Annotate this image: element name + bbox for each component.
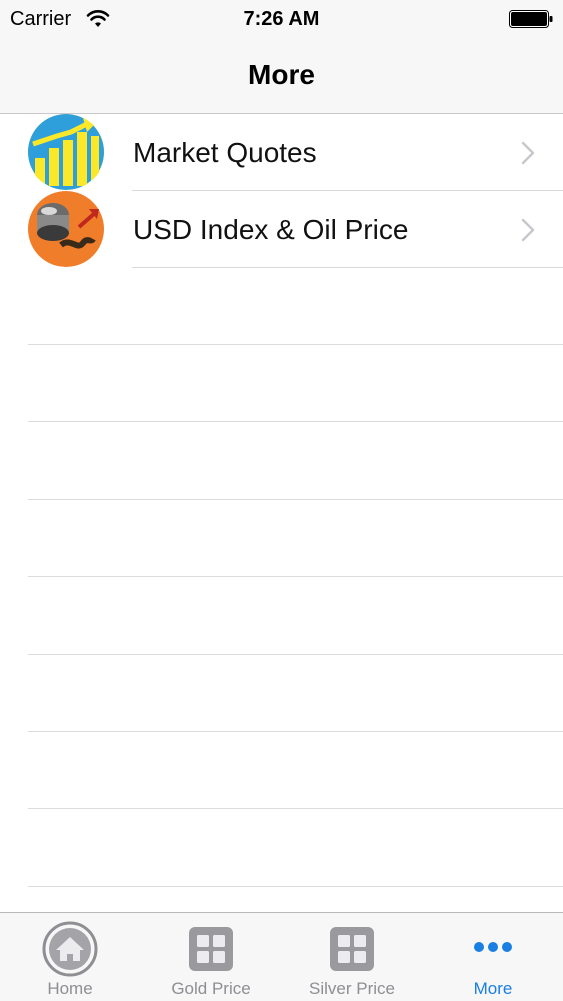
chevron-right-icon: [521, 218, 535, 242]
grid-icon: [330, 927, 374, 971]
empty-row-separator: [28, 654, 563, 655]
tab-label: Silver Price: [309, 979, 395, 998]
list-item-label: Market Quotes: [133, 137, 317, 168]
battery-icon: [509, 10, 553, 28]
empty-row-separator: [28, 421, 563, 422]
tab-label: Home: [47, 979, 93, 998]
oil-barrel-icon: [28, 191, 104, 267]
chevron-right-icon: [521, 141, 535, 165]
status-bar: Carrier 7:26 AM: [0, 0, 563, 38]
list-item-label: USD Index & Oil Price: [133, 214, 409, 245]
grid-icon: [189, 927, 233, 971]
empty-row-separator: [28, 576, 563, 577]
page-title: More: [248, 59, 315, 90]
market-quotes-chart-icon: [27, 114, 105, 190]
empty-row-separator: [28, 499, 563, 500]
empty-row-separator: [28, 731, 563, 732]
empty-row-separator: [28, 886, 563, 887]
navigation-bar: More: [0, 38, 563, 114]
more-table: Market Quotes USD Index & Oil Price: [0, 114, 563, 268]
list-item-usd-index-oil-price[interactable]: USD Index & Oil Price: [0, 191, 563, 268]
tab-label: Gold Price: [171, 979, 251, 998]
more-dots-icon: [474, 942, 512, 952]
empty-row-separator: [28, 344, 563, 345]
list-item-market-quotes[interactable]: Market Quotes: [0, 114, 563, 191]
tab-gold-price[interactable]: Gold Price: [141, 913, 281, 1001]
tab-silver-price[interactable]: Silver Price: [282, 913, 422, 1001]
tab-home[interactable]: Home: [0, 913, 140, 1001]
home-icon: [42, 921, 98, 977]
tab-label: More: [473, 979, 513, 998]
tab-bar: Home Gold Price Silver Price More: [0, 912, 563, 1001]
status-time: 7:26 AM: [243, 8, 320, 30]
empty-row-separator: [28, 808, 563, 809]
tab-more[interactable]: More: [423, 913, 563, 1001]
